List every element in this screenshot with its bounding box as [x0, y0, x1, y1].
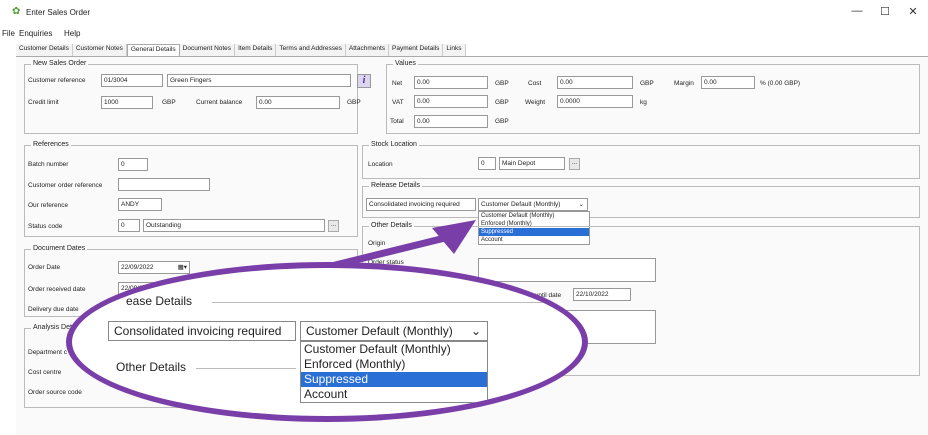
select-value: Customer Default (Monthly): [481, 201, 561, 208]
customer-reference-field[interactable]: 01/3004: [101, 74, 163, 87]
current-balance-field[interactable]: 0.00: [256, 96, 340, 109]
zoom-other-legend: Other Details: [116, 360, 187, 374]
app-icon: ✿: [12, 6, 21, 17]
credit-limit-field[interactable]: 1000: [101, 96, 153, 109]
zoom-select-value: Customer Default (Monthly): [306, 324, 453, 338]
location-name-field: Main Depot: [499, 157, 565, 170]
status-code-field[interactable]: 0: [118, 219, 140, 232]
tab-document-notes[interactable]: Document Notes: [179, 44, 236, 56]
margin-label: Margin: [674, 80, 694, 87]
order-status-field[interactable]: [478, 258, 656, 282]
weight-label: Weight: [525, 99, 546, 106]
group-legend: Document Dates: [31, 245, 88, 252]
tab-terms-addresses[interactable]: Terms and Addresses: [276, 44, 346, 56]
credit-currency: GBP: [162, 99, 176, 106]
zoom-callout: ease Details Consolidated invoicing requ…: [66, 262, 588, 422]
our-reference-field[interactable]: ANDY: [118, 198, 162, 211]
order-date-label: Order Date: [28, 264, 61, 271]
consolidated-invoicing-select[interactable]: Customer Default (Monthly) ⌄: [478, 198, 588, 211]
margin-field[interactable]: 0.00: [701, 76, 755, 89]
cost-field[interactable]: 0.00: [557, 76, 633, 89]
cost-centre-label: Cost centre: [28, 369, 62, 376]
tab-customer-notes[interactable]: Customer Notes: [72, 44, 127, 56]
group-legend: New Sales Order: [31, 60, 89, 67]
credit-limit-label: Credit limit: [28, 99, 59, 106]
balance-currency: GBP: [347, 99, 361, 106]
zoom-option-account[interactable]: Account: [301, 387, 487, 402]
customer-name-field[interactable]: Green Fingers: [167, 74, 351, 87]
vat-label: VAT: [392, 99, 404, 106]
group-legend: Values: [393, 60, 418, 67]
tab-links[interactable]: Links: [443, 44, 466, 56]
chevron-down-icon: ⌄: [470, 324, 481, 338]
tab-payment-details[interactable]: Payment Details: [389, 44, 444, 56]
tab-item-details[interactable]: Item Details: [235, 44, 277, 56]
batch-number-field[interactable]: 0: [118, 158, 148, 171]
zoom-consolidated-select[interactable]: Customer Default (Monthly) ⌄: [300, 321, 488, 341]
zoom-divider: [212, 302, 582, 303]
minimize-button[interactable]: —: [848, 5, 866, 17]
tab-strip: Customer Details Customer Notes General …: [16, 44, 466, 56]
tab-attachments[interactable]: Attachments: [345, 44, 390, 56]
order-date-field[interactable]: 22/09/2022 ▦▾: [118, 261, 190, 274]
window-title: Enter Sales Order: [26, 8, 91, 17]
maximize-button[interactable]: ☐: [876, 5, 894, 18]
weight-field[interactable]: 0.0000: [557, 95, 633, 108]
vat-field[interactable]: 0.00: [414, 95, 488, 108]
total-field[interactable]: 0.00: [414, 115, 488, 128]
stock-location-group: Stock Location: [362, 141, 920, 179]
zoom-option-customer-default[interactable]: Customer Default (Monthly): [301, 342, 487, 357]
location-code-field[interactable]: 0: [478, 157, 496, 170]
current-balance-label: Current balance: [196, 99, 243, 106]
total-label: Total: [390, 118, 404, 125]
net-currency: GBP: [495, 80, 509, 87]
net-field[interactable]: 0.00: [414, 76, 488, 89]
calendar-icon: ▦▾: [177, 264, 187, 271]
tab-general-details[interactable]: General Details: [126, 44, 180, 56]
order-source-code-label: Order source code: [28, 389, 82, 396]
zoom-option-suppressed[interactable]: Suppressed: [301, 372, 487, 387]
batch-number-label: Batch number: [28, 161, 69, 168]
menu-file[interactable]: File: [2, 29, 15, 38]
order-date-value: 22/09/2022: [121, 264, 154, 271]
cost-label: Cost: [528, 80, 542, 87]
order-received-label: Order received date: [28, 286, 86, 293]
department-label: Department c: [28, 349, 68, 356]
total-currency: GBP: [495, 118, 509, 125]
menu-help[interactable]: Help: [64, 29, 80, 38]
our-reference-label: Our reference: [28, 202, 69, 209]
delivery-due-label: Delivery due date: [28, 306, 79, 313]
option-customer-default[interactable]: Customer Default (Monthly): [479, 212, 589, 220]
title-bar: [0, 0, 928, 24]
menu-enquiries[interactable]: Enquiries: [19, 29, 52, 38]
customer-order-reference-field[interactable]: [118, 178, 210, 191]
zoom-options-list: Customer Default (Monthly) Enforced (Mon…: [300, 341, 488, 403]
close-button[interactable]: ✕: [904, 5, 922, 18]
status-code-label: Status code: [28, 223, 63, 230]
margin-note: % (0.00 GBP): [760, 80, 801, 87]
zoom-divider: [196, 368, 296, 369]
group-legend: Stock Location: [369, 141, 419, 148]
location-label: Location: [368, 161, 393, 168]
group-legend: Release Details: [369, 182, 423, 189]
zoom-option-enforced[interactable]: Enforced (Monthly): [301, 357, 487, 372]
zoom-release-legend: ease Details: [126, 294, 193, 308]
location-lookup-button[interactable]: ...: [569, 158, 580, 170]
net-label: Net: [392, 80, 403, 87]
group-legend: References: [31, 141, 71, 148]
chevron-down-icon: ⌄: [578, 201, 584, 208]
cost-currency: GBP: [640, 80, 654, 87]
customer-reference-label: Customer reference: [28, 77, 86, 84]
info-icon[interactable]: i: [357, 74, 371, 88]
tab-customer-details[interactable]: Customer Details: [16, 44, 73, 56]
weight-unit: kg: [640, 99, 647, 106]
valid-until-field[interactable]: 22/10/2022: [573, 288, 631, 301]
vat-currency: GBP: [495, 99, 509, 106]
customer-order-reference-label: Customer order reference: [28, 182, 103, 189]
zoom-consolidated-label: Consolidated invoicing required: [108, 321, 296, 341]
